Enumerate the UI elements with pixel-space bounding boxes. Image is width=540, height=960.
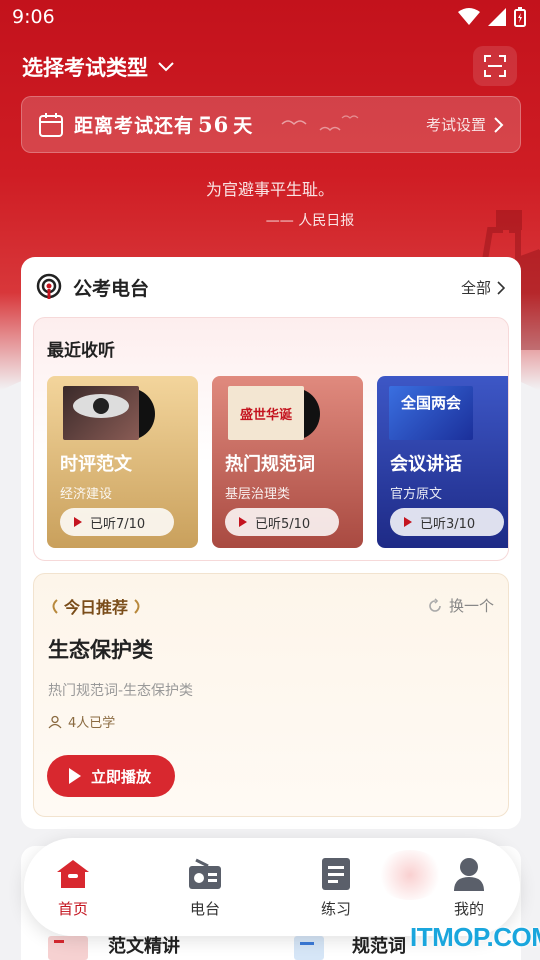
tab-mine-label: 我的 <box>453 900 484 918</box>
play-now-label: 立即播放 <box>91 767 152 786</box>
play-icon <box>404 517 412 527</box>
tab-practice[interactable]: 练习 <box>296 856 376 919</box>
exam-type-label: 选择考试类型 <box>22 56 148 80</box>
today-description: 热门规范词-生态保护类 <box>48 683 194 699</box>
recent-card-commentary[interactable]: 时评范文 经济建设 已听7/10 <box>47 376 198 548</box>
recent-card-terms[interactable]: 盛世华诞 热门规范词 基层治理类 已听5/10 <box>212 376 363 548</box>
tab-mine[interactable]: 我的 <box>429 856 509 919</box>
play-icon <box>239 517 247 527</box>
status-time: 9:06 <box>12 6 55 28</box>
document-icon <box>322 858 350 890</box>
countdown-suffix: 天 <box>233 115 254 137</box>
home-icon <box>57 860 89 888</box>
recent-title: 最近收听 <box>47 341 115 361</box>
watermark: ITMOP.COM <box>410 922 540 952</box>
chevron-down-icon <box>158 62 174 72</box>
recent-card-category: 经济建设 <box>60 487 113 502</box>
scan-button[interactable] <box>473 46 517 86</box>
recent-card-progress-label: 已听5/10 <box>255 516 311 532</box>
status-bar: 9:06 <box>0 0 540 36</box>
countdown-days: 56 <box>198 112 230 137</box>
user-icon <box>48 715 62 728</box>
today-tag-label: 今日推荐 <box>64 598 129 617</box>
album-cover-text: 盛世华诞 <box>239 408 292 423</box>
scan-icon <box>484 55 506 77</box>
exam-settings-label: 考试设置 <box>425 116 486 134</box>
countdown-text: 距离考试还有 56 天 <box>74 111 253 138</box>
wifi-icon <box>458 8 480 25</box>
recent-card-category: 基层治理类 <box>225 487 291 502</box>
quote-text: 为官避事平生耻。 <box>205 180 334 199</box>
tab-home-label: 首页 <box>57 900 88 918</box>
recent-card-progress[interactable]: 已听7/10 <box>60 508 174 536</box>
recent-listening-section: 最近收听 时评范文 经济建设 已听7/10 盛世华诞 热门规范词 基层治理类 已… <box>33 317 509 561</box>
learners-label: 4人已学 <box>68 716 116 731</box>
play-icon <box>69 768 81 784</box>
recent-card-name: 时评范文 <box>60 454 132 475</box>
battery-icon <box>514 7 526 27</box>
tab-radio-label: 电台 <box>189 900 220 918</box>
laurel-left-icon <box>52 599 58 614</box>
recent-card-progress-label: 已听3/10 <box>420 516 476 532</box>
tab-practice-label: 练习 <box>320 900 351 918</box>
recent-card-name: 热门规范词 <box>225 454 315 475</box>
recent-card-progress[interactable]: 已听5/10 <box>225 508 339 536</box>
radio-all-link[interactable]: 全部 <box>461 277 505 298</box>
tab-radio[interactable]: 电台 <box>165 856 245 919</box>
play-now-button[interactable]: 立即播放 <box>47 755 175 797</box>
swap-button[interactable]: 换一个 <box>427 595 494 616</box>
tab-home[interactable]: 首页 <box>33 856 113 919</box>
play-icon <box>74 517 82 527</box>
recent-card-category: 官方原文 <box>390 487 443 502</box>
swap-label: 换一个 <box>448 597 494 615</box>
recent-card-speech[interactable]: 全国两会 会议讲话 官方原文 已听3/10 <box>377 376 508 548</box>
calendar-icon <box>39 112 63 137</box>
today-topic: 生态保护类 <box>48 638 153 662</box>
radio-header: 公考电台 <box>35 273 149 301</box>
laurel-right-icon <box>134 599 140 614</box>
exam-type-selector[interactable]: 选择考试类型 <box>22 52 174 82</box>
radio-card: 公考电台 全部 最近收听 时评范文 经济建设 已听7/10 盛世华诞 热门规范词… <box>21 257 521 829</box>
signal-icon <box>488 8 506 26</box>
today-recommendation: 今日推荐 换一个 生态保护类 热门规范词-生态保护类 4人已学 立即播放 <box>33 573 509 817</box>
exam-countdown-bar: 距离考试还有 56 天 考试设置 <box>21 96 521 153</box>
album-cover: 全国两会 <box>389 386 473 440</box>
refresh-icon <box>429 597 441 612</box>
learners-count: 4人已学 <box>48 712 115 731</box>
quote-source: —— 人民日报 <box>265 213 355 229</box>
eye-icon <box>73 394 129 418</box>
recent-card-progress[interactable]: 已听3/10 <box>390 508 504 536</box>
radio-all-label: 全部 <box>460 279 491 297</box>
album-cover-text: 全国两会 <box>400 394 461 412</box>
chevron-right-icon <box>494 116 504 133</box>
radio-title: 公考电台 <box>73 277 150 300</box>
countdown-prefix: 距离考试还有 <box>74 115 195 137</box>
recent-card-name: 会议讲话 <box>390 454 462 475</box>
user-icon <box>454 858 484 891</box>
album-cover <box>63 386 139 440</box>
album-cover: 盛世华诞 <box>228 386 304 440</box>
recent-card-progress-label: 已听7/10 <box>90 516 146 532</box>
radio-icon <box>189 858 221 889</box>
exam-settings-link[interactable]: 考试设置 <box>426 114 504 135</box>
chevron-right-icon <box>497 280 505 295</box>
today-tag: 今日推荐 <box>48 594 144 618</box>
radio-broadcast-icon <box>36 273 62 299</box>
